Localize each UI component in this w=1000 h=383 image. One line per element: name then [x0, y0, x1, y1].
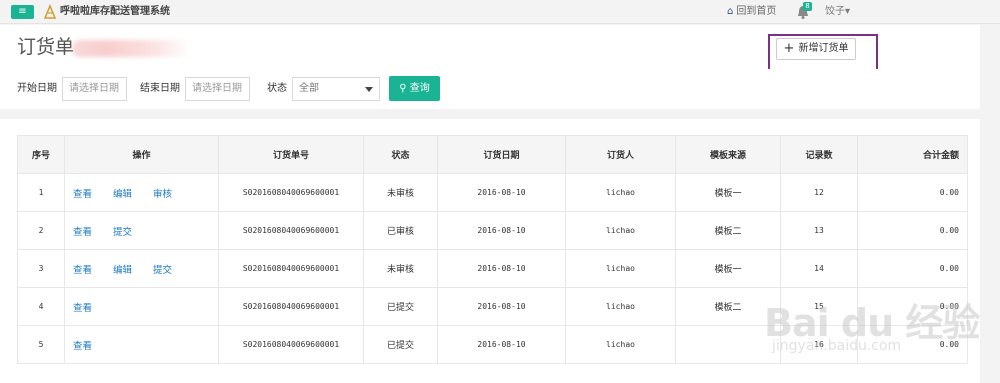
col-header-person: 订货人	[565, 135, 676, 174]
table-row: 5 查看 S0201608040069600001 已提交 2016-08-10…	[17, 325, 968, 364]
cell-template: 模板一	[675, 173, 781, 212]
cell-date: 2016-08-10	[437, 249, 566, 288]
col-header-ops: 操作	[64, 135, 219, 174]
orders-table: 序号 操作 订货单号 状态 订货日期 订货人 模板来源 记录数 合计金额 1 查…	[17, 135, 968, 364]
cell-ops: 查看 编辑 审核	[64, 173, 219, 212]
search-icon: ⚲	[399, 83, 410, 94]
edit-link[interactable]: 编辑	[113, 186, 153, 200]
filter-panel: 开始日期 请选择日期 结束日期 请选择日期 状态 全部 ⚲ 查询	[0, 69, 980, 109]
col-header-status: 状态	[363, 135, 438, 174]
cell-ops: 查看 编辑 提交	[64, 249, 219, 288]
cell-template: 模板二	[675, 287, 781, 326]
home-label: 回到首页	[736, 6, 777, 17]
status-select-value: 全部	[299, 83, 319, 94]
redacted-blur	[72, 40, 190, 57]
cell-order-no: S0201608040069600001	[218, 287, 364, 326]
submit-link[interactable]: 提交	[113, 224, 153, 238]
cell-person: lichao	[565, 211, 676, 250]
status-select[interactable]: 全部	[292, 77, 380, 101]
cell-amount: 0.00	[857, 173, 968, 212]
cell-records: 14	[780, 249, 858, 288]
cell-date: 2016-08-10	[437, 211, 566, 250]
table-row: 4 查看 S0201608040069600001 已提交 2016-08-10…	[17, 287, 968, 326]
view-link[interactable]: 查看	[73, 224, 113, 238]
chevron-down-icon	[365, 87, 373, 92]
audit-link[interactable]: 审核	[153, 186, 193, 200]
cell-no: 3	[17, 249, 65, 288]
table-panel: 序号 操作 订货单号 状态 订货日期 订货人 模板来源 记录数 合计金额 1 查…	[0, 119, 980, 383]
user-menu[interactable]: 饺子▾	[825, 4, 850, 20]
view-link[interactable]: 查看	[73, 262, 113, 276]
menu-icon: ≡	[18, 6, 27, 17]
edit-link[interactable]: 编辑	[113, 262, 153, 276]
cell-records: 15	[780, 287, 858, 326]
cell-template: 模板一	[675, 249, 781, 288]
cell-status: 已提交	[363, 287, 438, 326]
cell-person: lichao	[565, 173, 676, 212]
cell-order-no: S0201608040069600001	[218, 325, 364, 364]
cell-status: 未审核	[363, 249, 438, 288]
col-header-date: 订货日期	[437, 135, 566, 174]
end-date-input[interactable]: 请选择日期	[185, 77, 250, 101]
cell-order-no: S0201608040069600001	[218, 211, 364, 250]
cell-amount: 0.00	[857, 325, 968, 364]
page-title: 订货单	[17, 36, 75, 58]
cell-ops: 查看 提交	[64, 211, 219, 250]
table-header-row: 序号 操作 订货单号 状态 订货日期 订货人 模板来源 记录数 合计金额	[17, 135, 968, 174]
table-row: 1 查看 编辑 审核 S0201608040069600001 未审核 2016-0…	[17, 173, 968, 212]
cell-person: lichao	[565, 325, 676, 364]
cell-status: 已提交	[363, 325, 438, 364]
cell-person: lichao	[565, 287, 676, 326]
cell-template: 模板二	[675, 211, 781, 250]
query-label: 查询	[409, 83, 430, 94]
cell-no: 5	[17, 325, 65, 364]
menu-toggle-button[interactable]: ≡	[11, 5, 34, 19]
notification-badge: 8	[803, 2, 812, 11]
app-title: 呼啦啦库存配送管理系统	[60, 6, 170, 17]
cell-records: 16	[780, 325, 858, 364]
col-header-template: 模板来源	[675, 135, 781, 174]
table-row: 3 查看 编辑 提交 S0201608040069600001 未审核 2016-0…	[17, 249, 968, 288]
cell-date: 2016-08-10	[437, 287, 566, 326]
start-date-input[interactable]: 请选择日期	[62, 77, 127, 101]
home-icon: ⌂	[727, 6, 734, 17]
cell-status: 已审核	[363, 211, 438, 250]
col-header-order-no: 订货单号	[218, 135, 364, 174]
top-navbar: ≡ 呼啦啦库存配送管理系统 ⌂ 回到首页 8 饺子▾	[0, 0, 1000, 24]
cell-date: 2016-08-10	[437, 173, 566, 212]
query-button[interactable]: ⚲ 查询	[389, 76, 440, 101]
cell-date: 2016-08-10	[437, 325, 566, 364]
cell-status: 未审核	[363, 173, 438, 212]
cell-person: lichao	[565, 249, 676, 288]
col-header-no: 序号	[17, 135, 65, 174]
logo-icon	[43, 4, 57, 19]
cell-no: 1	[17, 173, 65, 212]
view-link[interactable]: 查看	[73, 186, 113, 200]
cell-amount: 0.00	[857, 249, 968, 288]
cell-ops: 查看	[64, 287, 219, 326]
highlight-annotation-box	[768, 34, 878, 71]
cell-template	[675, 325, 781, 364]
end-date-label: 结束日期	[140, 83, 180, 94]
col-header-records: 记录数	[780, 135, 858, 174]
cell-records: 12	[780, 173, 858, 212]
home-link[interactable]: ⌂ 回到首页	[727, 4, 776, 20]
view-link[interactable]: 查看	[73, 300, 113, 314]
view-link[interactable]: 查看	[73, 338, 113, 352]
submit-link[interactable]: 提交	[153, 262, 193, 276]
start-date-label: 开始日期	[17, 83, 57, 94]
cell-order-no: S0201608040069600001	[218, 249, 364, 288]
cell-no: 4	[17, 287, 65, 326]
cell-amount: 0.00	[857, 287, 968, 326]
cell-no: 2	[17, 211, 65, 250]
cell-order-no: S0201608040069600001	[218, 173, 364, 212]
status-label: 状态	[267, 83, 287, 94]
table-row: 2 查看 提交 S0201608040069600001 已审核 2016-08-…	[17, 211, 968, 250]
col-header-amount: 合计金额	[857, 135, 968, 174]
cell-ops: 查看	[64, 325, 219, 364]
cell-amount: 0.00	[857, 211, 968, 250]
cell-records: 13	[780, 211, 858, 250]
